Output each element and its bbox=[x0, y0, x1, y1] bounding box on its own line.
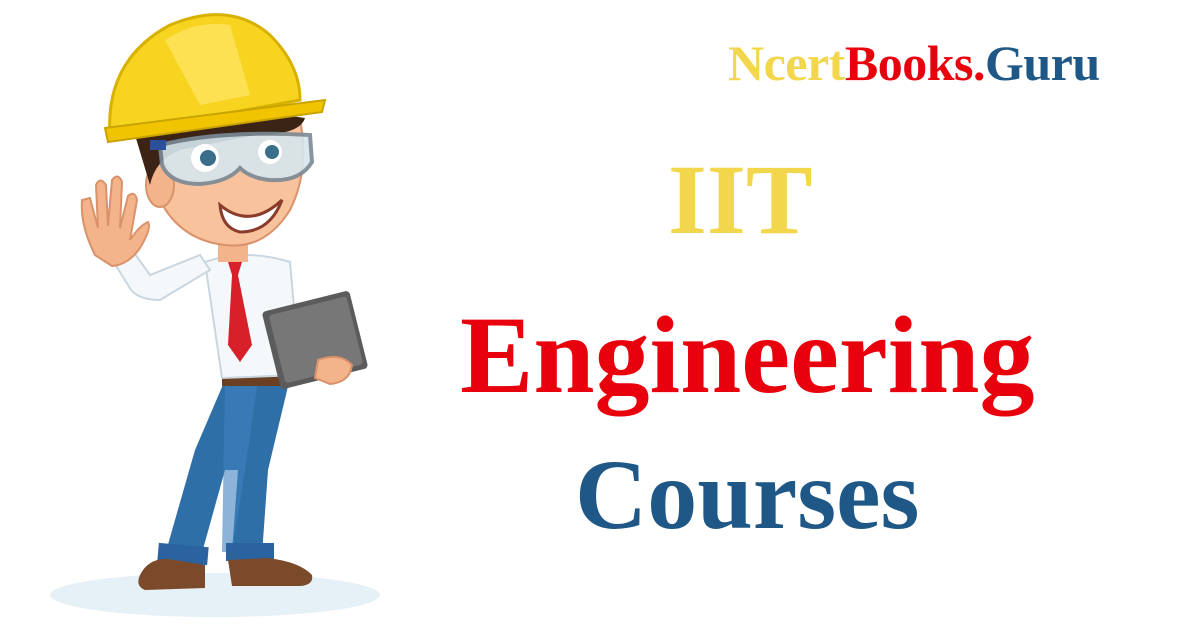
headline-line-1: IIT bbox=[668, 144, 813, 255]
brand-part-ncert: Ncert bbox=[728, 35, 845, 91]
headline-line-2: Engineering bbox=[460, 294, 1035, 416]
engineer-illustration bbox=[50, 13, 380, 617]
site-brand: NcertBooks.Guru bbox=[728, 38, 1100, 88]
ground-shadow bbox=[50, 573, 380, 617]
brand-part-books: Books. bbox=[844, 35, 986, 91]
brand-part-guru: Guru bbox=[984, 35, 1100, 91]
waving-hand bbox=[80, 175, 150, 268]
safety-goggles bbox=[150, 131, 315, 187]
left-shoe bbox=[138, 559, 205, 590]
holding-hand bbox=[313, 355, 354, 386]
headline-line-3: Courses bbox=[575, 439, 920, 550]
right-shoe bbox=[228, 558, 313, 586]
